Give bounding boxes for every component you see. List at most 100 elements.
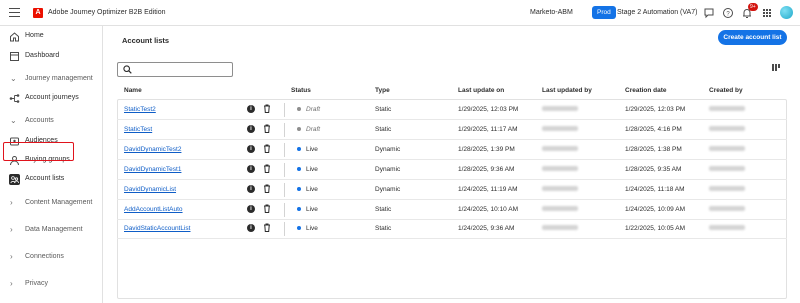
info-icon[interactable]: i bbox=[247, 205, 255, 213]
account-list-name-link[interactable]: DavidDynamicList bbox=[124, 186, 176, 193]
table-row[interactable]: DavidDynamicTest1 i Live Dynamic 1/28/2025, … bbox=[117, 160, 787, 180]
account-list-name-link[interactable]: DavidDynamicTest1 bbox=[124, 166, 181, 173]
dashboard-icon bbox=[9, 51, 20, 62]
svg-text:?: ? bbox=[726, 12, 730, 18]
last-updated-by-cell bbox=[542, 166, 578, 173]
status-dot-icon bbox=[297, 147, 301, 152]
sidebar-section-data-management[interactable]: › Data Management bbox=[0, 222, 103, 240]
sidebar-section-privacy[interactable]: › Privacy bbox=[0, 276, 103, 294]
redacted-name bbox=[542, 225, 578, 230]
created-by-cell bbox=[709, 225, 745, 232]
account-list-name-link[interactable]: DavidDynamicTest2 bbox=[124, 146, 181, 153]
column-header-last-updated-by[interactable]: Last updated by bbox=[542, 87, 592, 94]
last-update-cell: 1/28/2025, 9:36 AM bbox=[458, 166, 515, 173]
status-dot-icon bbox=[297, 167, 301, 172]
column-header-name[interactable]: Name bbox=[124, 87, 142, 94]
info-icon[interactable]: i bbox=[247, 145, 255, 153]
chevron-right-icon: › bbox=[10, 225, 13, 234]
last-updated-by-cell bbox=[542, 206, 578, 213]
table-row[interactable]: DavidDynamicTest2 i Live Dynamic 1/28/2025, … bbox=[117, 140, 787, 160]
redacted-name bbox=[709, 206, 745, 211]
trash-icon[interactable] bbox=[263, 204, 271, 215]
last-update-cell: 1/29/2025, 11:17 AM bbox=[458, 126, 518, 133]
account-lists-icon bbox=[9, 174, 20, 185]
column-header-creation-date[interactable]: Creation date bbox=[625, 87, 667, 94]
notification-badge: 9+ bbox=[748, 3, 758, 11]
trash-icon[interactable] bbox=[263, 164, 271, 175]
status-label: Live bbox=[306, 225, 318, 232]
adobe-logo: A bbox=[33, 8, 43, 18]
redacted-name bbox=[542, 106, 578, 111]
last-updated-by-cell bbox=[542, 225, 578, 232]
sidebar-section-label: Privacy bbox=[25, 280, 48, 287]
sidebar-item-home[interactable]: Home bbox=[0, 28, 103, 46]
trash-icon[interactable] bbox=[263, 223, 271, 234]
journey-icon bbox=[9, 93, 20, 104]
info-icon[interactable]: i bbox=[247, 185, 255, 193]
chevron-right-icon: › bbox=[10, 252, 13, 261]
trash-icon[interactable] bbox=[263, 144, 271, 155]
redacted-name bbox=[542, 206, 578, 211]
redacted-name bbox=[709, 126, 745, 131]
last-update-cell: 1/24/2025, 9:36 AM bbox=[458, 225, 515, 232]
redacted-name bbox=[542, 126, 578, 131]
sidebar-section-label: Data Management bbox=[25, 226, 83, 233]
account-list-name-link[interactable]: DavidStaticAccountList bbox=[124, 225, 190, 232]
help-icon[interactable]: ? bbox=[722, 7, 734, 19]
status-label: Live bbox=[306, 146, 318, 153]
table-row[interactable]: DavidStaticAccountList i Live Static 1/24/20… bbox=[117, 219, 787, 239]
sidebar-item-account-lists[interactable]: Account lists bbox=[0, 171, 103, 189]
org-name[interactable]: Marketo-ABM bbox=[530, 9, 573, 16]
type-cell: Dynamic bbox=[375, 166, 401, 173]
divider bbox=[284, 163, 285, 177]
feedback-icon[interactable] bbox=[703, 7, 715, 19]
table-row[interactable]: DavidDynamicList i Live Dynamic 1/24/2025, 1… bbox=[117, 180, 787, 200]
trash-icon[interactable] bbox=[263, 104, 271, 115]
creation-date-cell: 1/29/2025, 12:03 PM bbox=[625, 106, 686, 113]
trash-icon[interactable] bbox=[263, 124, 271, 135]
search-input[interactable] bbox=[117, 62, 233, 77]
last-update-cell: 1/29/2025, 12:03 PM bbox=[458, 106, 519, 113]
search-icon bbox=[123, 65, 132, 76]
column-header-last-update-on[interactable]: Last update on bbox=[458, 87, 504, 94]
avatar[interactable] bbox=[780, 6, 793, 19]
sidebar-section-connections[interactable]: › Connections bbox=[0, 249, 103, 267]
redacted-name bbox=[542, 146, 578, 151]
last-updated-by-cell bbox=[542, 186, 578, 193]
table-row[interactable]: StaticTest2 i Draft Static 1/29/2025, 12:03 … bbox=[117, 100, 787, 120]
create-account-list-button[interactable]: Create account list bbox=[718, 30, 787, 45]
type-cell: Static bbox=[375, 126, 392, 133]
status-label: Draft bbox=[306, 106, 321, 113]
column-settings-icon[interactable] bbox=[771, 63, 781, 75]
info-icon[interactable]: i bbox=[247, 224, 255, 232]
info-icon[interactable]: i bbox=[247, 125, 255, 133]
sidebar-item-dashboard[interactable]: Dashboard bbox=[0, 48, 103, 66]
hamburger-icon[interactable] bbox=[9, 8, 20, 18]
account-list-name-link[interactable]: AddAccountListAuto bbox=[124, 206, 183, 213]
env-badge: Prod bbox=[592, 6, 616, 19]
column-header-type[interactable]: Type bbox=[375, 87, 390, 94]
sidebar-item-label: Account journeys bbox=[25, 94, 79, 101]
info-icon[interactable]: i bbox=[247, 165, 255, 173]
sidebar-section-content-management[interactable]: › Content Management bbox=[0, 195, 103, 213]
created-by-cell bbox=[709, 106, 745, 113]
account-list-name-link[interactable]: StaticTest2 bbox=[124, 106, 156, 113]
divider bbox=[284, 222, 285, 236]
sandbox-switcher[interactable]: Stage 2 Automation (VA7) bbox=[617, 9, 697, 16]
sidebar-section-accounts[interactable]: ⌄ Accounts bbox=[0, 113, 103, 131]
status-cell: Live bbox=[297, 166, 318, 173]
last-update-cell: 1/28/2025, 1:39 PM bbox=[458, 146, 515, 153]
info-icon[interactable]: i bbox=[247, 105, 255, 113]
status-cell: Live bbox=[297, 225, 318, 232]
account-list-name-link[interactable]: StaticTest bbox=[124, 126, 152, 133]
trash-icon[interactable] bbox=[263, 184, 271, 195]
sidebar-section-journey-management[interactable]: ⌄ Journey management bbox=[0, 71, 103, 89]
page-title: Account lists bbox=[122, 36, 170, 45]
sidebar-item-label: Dashboard bbox=[25, 52, 60, 59]
table-row[interactable]: AddAccountListAuto i Live Static 1/24/2025, … bbox=[117, 200, 787, 220]
column-header-status[interactable]: Status bbox=[291, 87, 311, 94]
column-header-created-by[interactable]: Created by bbox=[709, 87, 743, 94]
apps-grid-icon[interactable] bbox=[761, 7, 773, 19]
table-row[interactable]: StaticTest i Draft Static 1/29/2025, 11:17 A… bbox=[117, 120, 787, 140]
sidebar-item-account-journeys[interactable]: Account journeys bbox=[0, 90, 103, 108]
